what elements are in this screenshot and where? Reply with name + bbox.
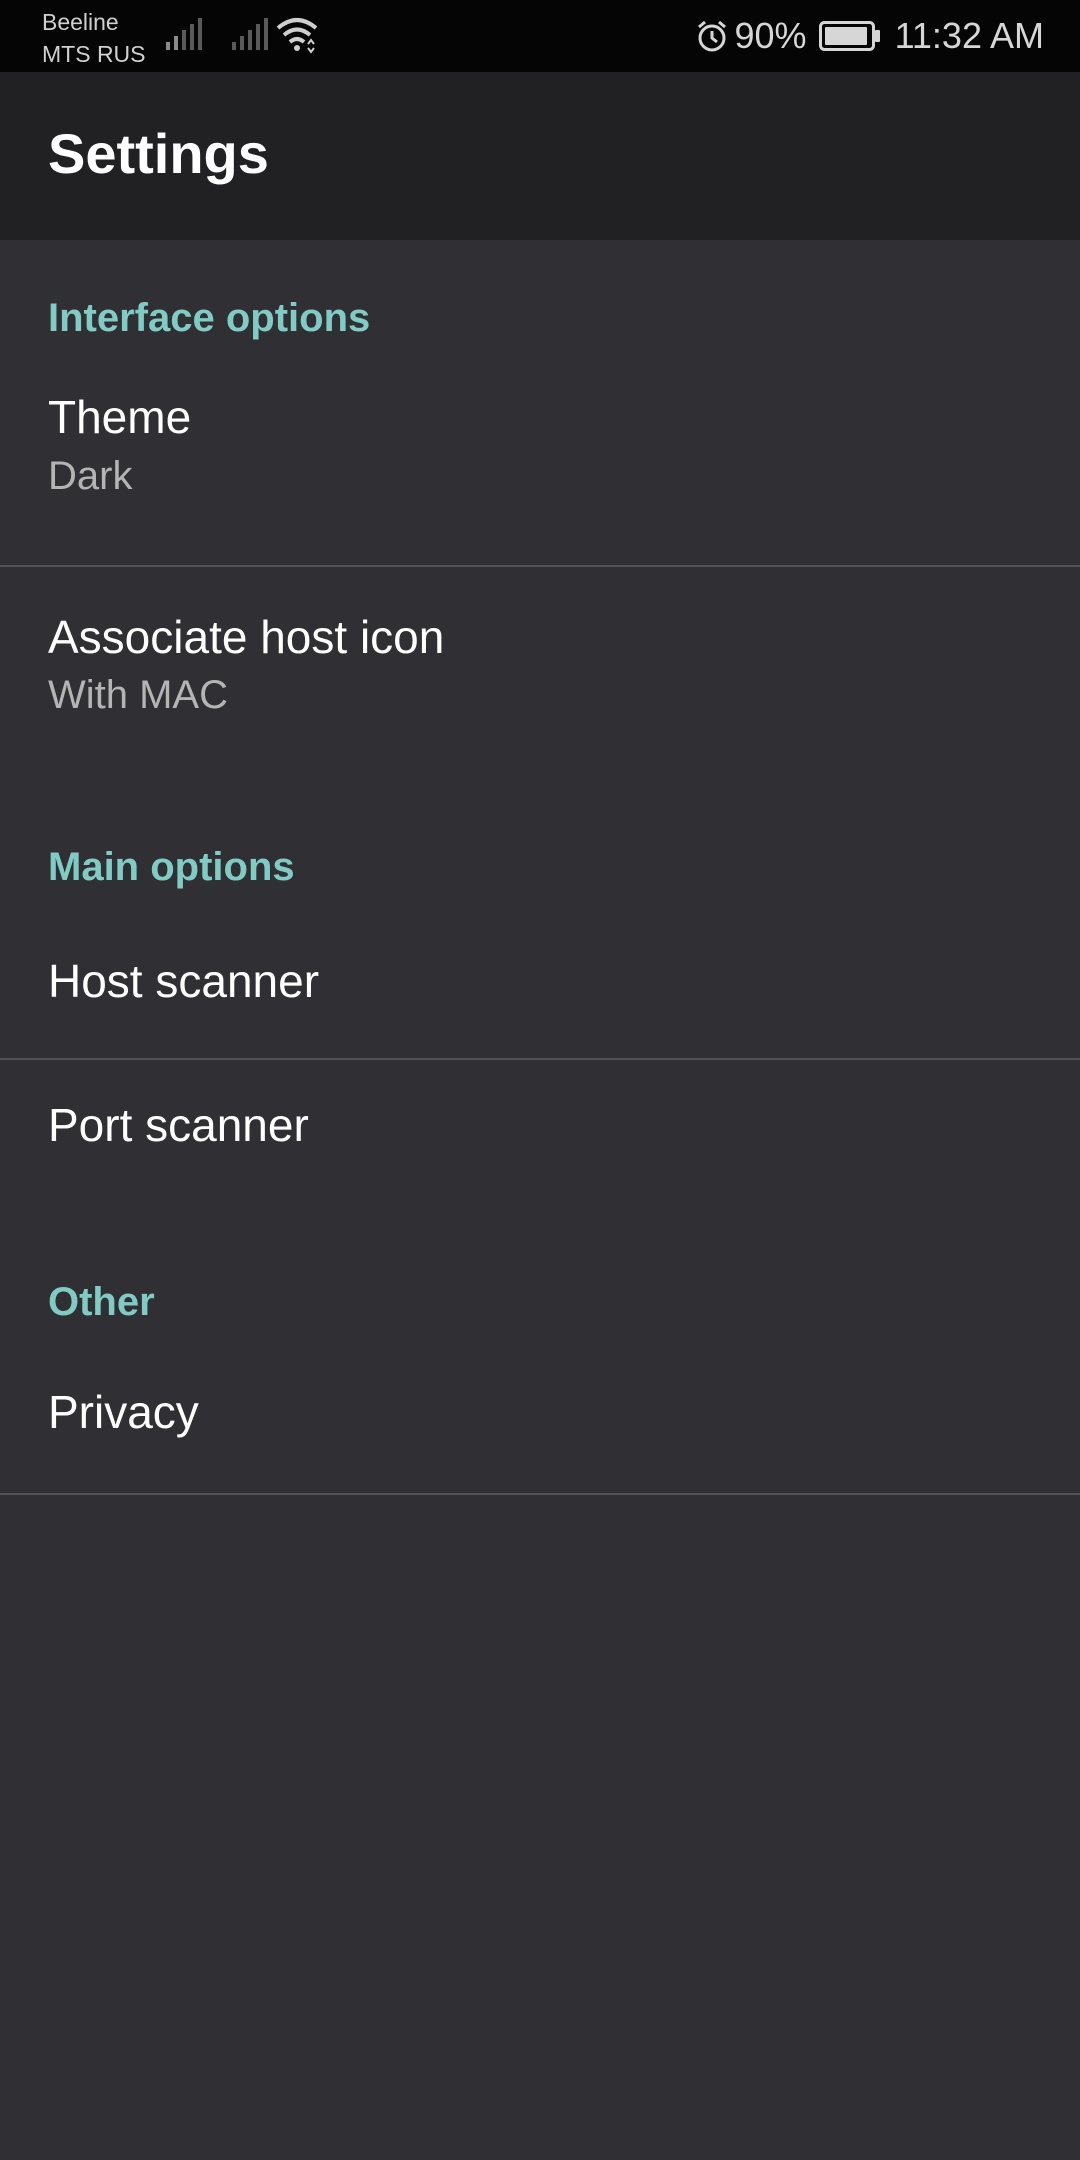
carrier-secondary: MTS RUS xyxy=(42,41,146,67)
category-interface-options: Interface options xyxy=(48,296,371,340)
pref-theme-title: Theme xyxy=(48,391,192,443)
alarm-icon xyxy=(695,19,729,53)
signal-icon xyxy=(230,18,268,57)
carrier-info: Beeline MTS RUS xyxy=(42,6,146,70)
pref-host-scanner[interactable]: Host scanner xyxy=(0,920,1080,1058)
status-bar: Beeline MTS RUS 90% 11:32 AM xyxy=(0,0,1080,72)
pref-theme[interactable]: Theme Dark xyxy=(0,368,1080,568)
signal-icon xyxy=(164,18,202,57)
pref-associate-host-icon[interactable]: Associate host icon With MAC xyxy=(0,567,1080,787)
divider xyxy=(0,1493,1080,1495)
app-bar: Settings xyxy=(0,72,1080,240)
battery-icon xyxy=(818,21,881,51)
wifi-icon xyxy=(276,16,318,59)
pref-port-scanner-title: Port scanner xyxy=(48,1099,309,1151)
category-other: Other xyxy=(48,1280,155,1324)
pref-associate-host-icon-summary: With MAC xyxy=(48,673,228,717)
pref-privacy[interactable]: Privacy xyxy=(0,1355,1080,1493)
pref-port-scanner[interactable]: Port scanner xyxy=(0,1060,1080,1210)
status-time: 11:32 AM xyxy=(894,15,1044,56)
pref-associate-host-icon-title: Associate host icon xyxy=(48,611,445,663)
pref-privacy-title: Privacy xyxy=(48,1386,199,1438)
pref-host-scanner-title: Host scanner xyxy=(48,955,320,1007)
pref-theme-summary: Dark xyxy=(48,454,133,498)
carrier-primary: Beeline xyxy=(42,9,119,35)
battery-percent: 90% xyxy=(734,15,807,56)
category-main-options: Main options xyxy=(48,845,295,889)
status-right-group: 90% 11:32 AM xyxy=(695,0,1044,72)
page-title: Settings xyxy=(48,122,269,185)
